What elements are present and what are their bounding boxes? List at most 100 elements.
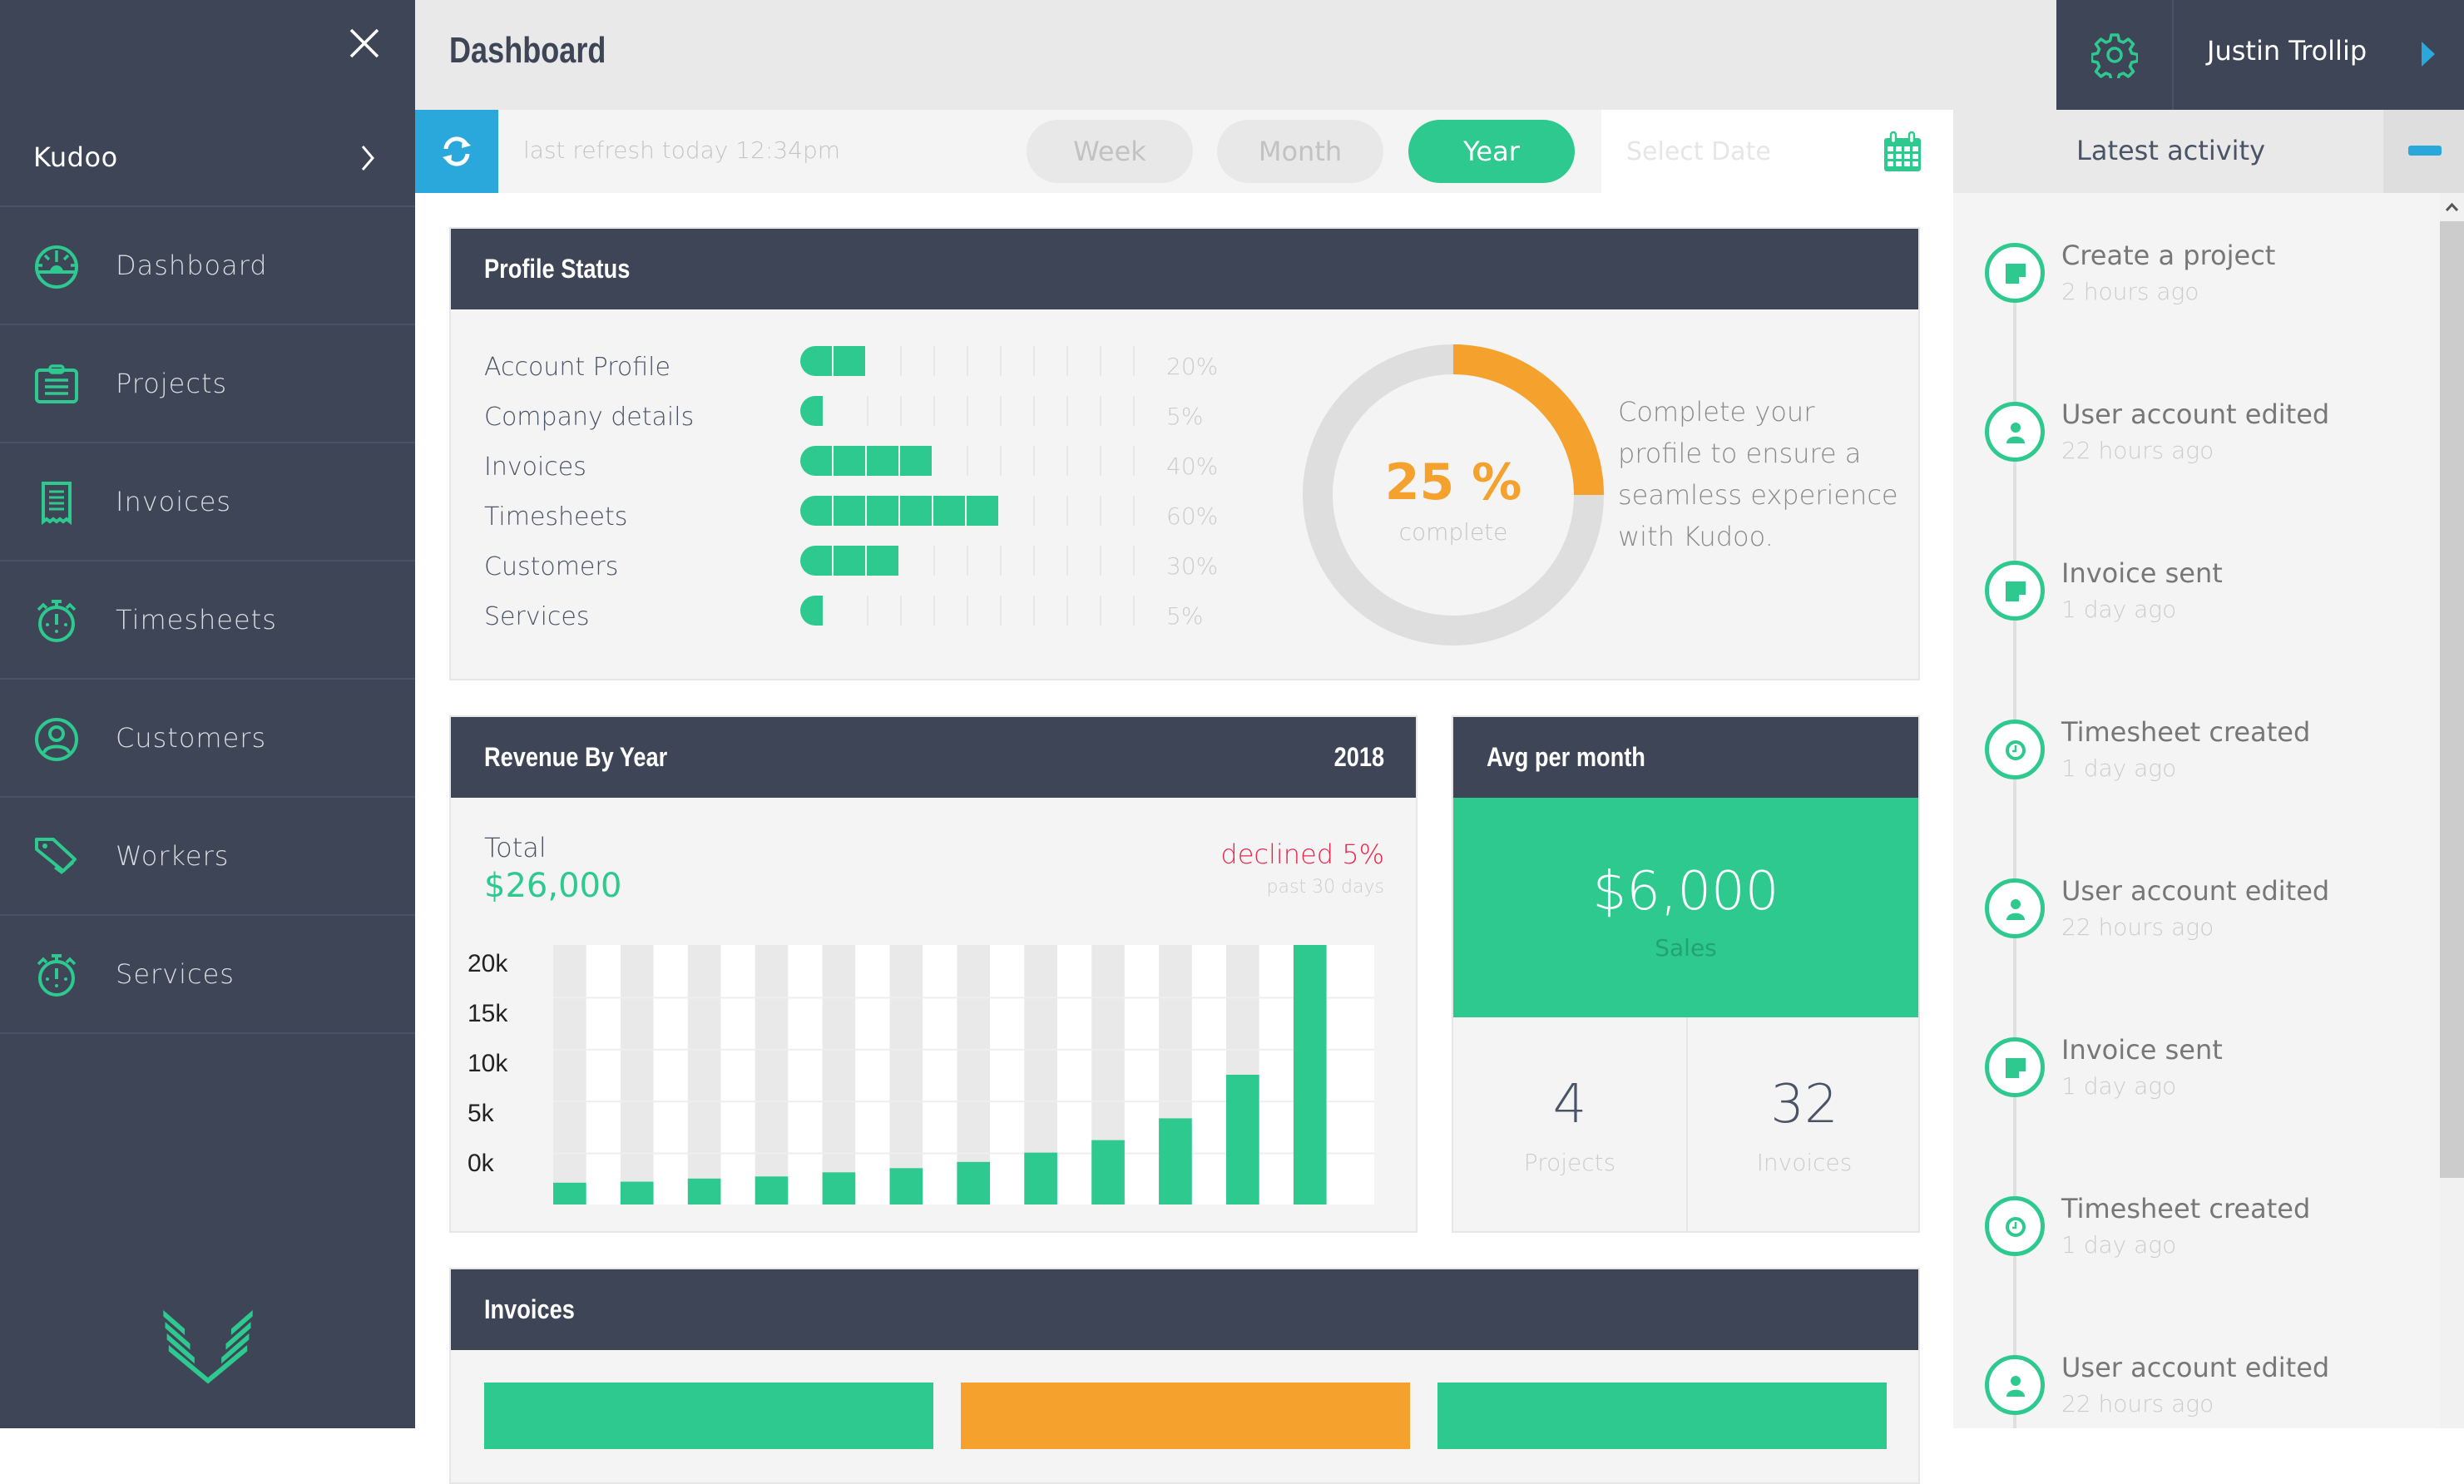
company-switcher[interactable]: Kudoo <box>0 110 415 207</box>
activity-item[interactable]: Invoice sent 1 day ago <box>1985 1034 2426 1137</box>
progress-segment-empty <box>1133 396 1135 426</box>
activity-title: Create a project <box>2061 240 2276 271</box>
tag-icon <box>35 838 77 874</box>
card-header: Profile Status <box>451 229 1918 309</box>
settings-button[interactable] <box>2056 0 2174 110</box>
activity-item[interactable]: Timesheet created 1 day ago <box>1985 1193 2426 1296</box>
stat-label: Projects <box>1523 1149 1616 1176</box>
activity-icon-circle <box>1985 561 2045 621</box>
activity-item[interactable]: User account edited 22 hours ago <box>1985 1352 2426 1428</box>
sidebar-item-label: Invoices <box>116 486 232 517</box>
chevron-right-icon <box>361 146 374 171</box>
activity-scrollbar[interactable] <box>2440 193 2464 1428</box>
sidebar-item-projects[interactable]: Projects <box>0 325 415 443</box>
note-icon <box>2006 581 2026 601</box>
progress-segment-empty <box>1000 596 1002 626</box>
card-header: Avg per month <box>1453 717 1918 798</box>
progress-segment-empty <box>1100 546 1101 576</box>
invoice-summary-pending[interactable] <box>961 1383 1410 1449</box>
bar-2[interactable] <box>620 1181 654 1205</box>
avg-per-month-card: Avg per month $6,000 Sales 4 Projects 32… <box>1452 715 1920 1233</box>
profile-status-row: Company details 5% <box>484 396 1233 446</box>
activity-item[interactable]: Invoice sent 1 day ago <box>1985 557 2426 660</box>
chevron-up-icon <box>2445 202 2459 212</box>
progress-segment-empty <box>1133 446 1135 476</box>
sidebar-item-customers[interactable]: Customers <box>0 680 415 798</box>
close-sidebar-button[interactable] <box>346 25 383 62</box>
card-title: Revenue By Year <box>484 742 668 772</box>
activity-item[interactable]: User account edited 22 hours ago <box>1985 398 2426 502</box>
progress-segment-empty <box>933 396 935 426</box>
refresh-button[interactable] <box>415 110 498 193</box>
sidebar: Kudoo Dashboard Projects Invoices Timesheet… <box>0 0 415 1428</box>
revenue-year: 2018 <box>1333 742 1384 772</box>
bar-5[interactable] <box>822 1172 856 1205</box>
calendar-icon[interactable] <box>1883 131 1922 173</box>
bar-6[interactable] <box>889 1168 923 1205</box>
row-percent: 30% <box>1166 552 1219 580</box>
activity-item[interactable]: User account edited 22 hours ago <box>1985 875 2426 978</box>
sidebar-item-invoices[interactable]: Invoices <box>0 443 415 561</box>
collapse-activity-button[interactable] <box>2383 110 2464 193</box>
invoice-summary-other[interactable] <box>1437 1383 1887 1449</box>
bar-4[interactable] <box>755 1176 789 1205</box>
bar-11[interactable] <box>1226 1075 1259 1205</box>
row-percent: 60% <box>1166 502 1219 530</box>
sidebar-item-timesheets[interactable]: Timesheets <box>0 561 415 680</box>
bar-10[interactable] <box>1159 1118 1192 1205</box>
bar-8[interactable] <box>1024 1152 1057 1205</box>
progress-segment-empty <box>1100 446 1101 476</box>
row-label: Services <box>484 602 590 631</box>
minus-icon <box>2408 146 2442 156</box>
activity-item[interactable]: Timesheet created 1 day ago <box>1985 716 2426 819</box>
bar-12[interactable] <box>1293 945 1327 1205</box>
progress-segment-partial <box>800 396 823 426</box>
progress-segment-filled <box>867 546 898 576</box>
activity-title: Latest activity <box>2076 135 2266 166</box>
bar-track <box>553 945 586 1205</box>
activity-time: 22 hours ago <box>2061 437 2214 464</box>
total-value: $26,000 <box>484 867 622 905</box>
bar-7[interactable] <box>957 1161 991 1205</box>
activity-icon-circle <box>1985 1355 2045 1415</box>
bar-9[interactable] <box>1091 1140 1125 1205</box>
range-year-button[interactable]: Year <box>1408 120 1575 183</box>
stopwatch-icon <box>37 954 77 997</box>
progress-segment-empty <box>1066 346 1068 376</box>
progress-segment-empty <box>1066 446 1068 476</box>
bar-1[interactable] <box>553 1182 586 1205</box>
sidebar-item-dashboard[interactable]: Dashboard <box>0 207 415 325</box>
bar-3[interactable] <box>687 1178 721 1205</box>
bar-track <box>889 945 923 1205</box>
y-tick-label: 0k <box>468 1150 495 1177</box>
card-header: Invoices <box>451 1269 1918 1350</box>
scroll-up-button[interactable] <box>2440 193 2464 221</box>
activity-icon-circle <box>1985 1196 2045 1256</box>
gridline <box>553 1048 1374 1051</box>
activity-title: Timesheet created <box>2061 1193 2311 1224</box>
activity-item[interactable]: Create a project 2 hours ago <box>1985 240 2426 343</box>
activity-time: 1 day ago <box>2061 596 2177 623</box>
invoice-summary-paid[interactable] <box>484 1383 933 1449</box>
sidebar-item-services[interactable]: Services <box>0 916 415 1034</box>
card-header: Revenue By Year 2018 <box>451 717 1416 798</box>
completion-label: complete <box>1398 518 1508 546</box>
scroll-thumb[interactable] <box>2440 221 2464 1178</box>
y-tick-label: 10k <box>468 1050 508 1077</box>
profile-status-row: Timesheets 60% <box>484 496 1233 546</box>
range-month-button[interactable]: Month <box>1217 120 1383 183</box>
activity-title: Invoice sent <box>2061 557 2223 589</box>
y-tick-label: 20k <box>468 950 508 977</box>
activity-header: Latest activity <box>1953 110 2464 193</box>
progress-segment-filled <box>933 496 965 526</box>
progress-segment-filled <box>867 496 898 526</box>
select-date-input[interactable] <box>1626 131 1876 171</box>
bar-track <box>822 945 856 1205</box>
last-refresh-text: last refresh today 12:34pm <box>523 136 840 164</box>
sidebar-item-workers[interactable]: Workers <box>0 798 415 916</box>
user-menu[interactable]: Justin Trollip <box>2174 0 2464 110</box>
completion-percent: 25 % <box>1384 453 1522 512</box>
range-week-button[interactable]: Week <box>1027 120 1193 183</box>
activity-title: User account edited <box>2061 398 2330 430</box>
activity-icon-circle <box>1985 1037 2045 1097</box>
